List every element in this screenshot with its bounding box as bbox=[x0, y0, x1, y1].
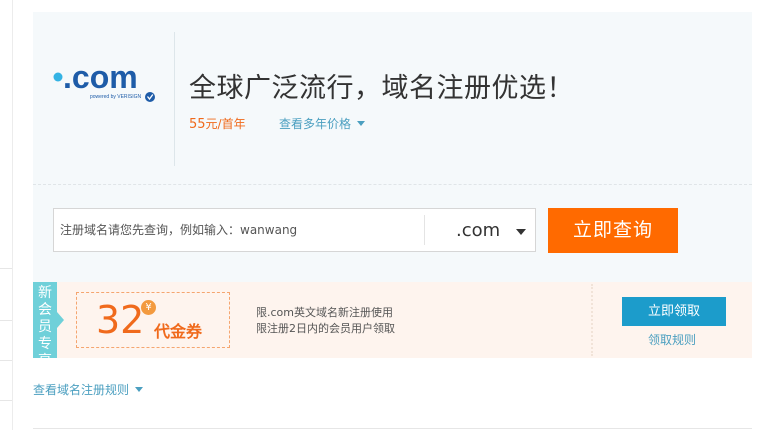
new-member-tag: 新会员专享 bbox=[33, 282, 57, 369]
tld-selected-value: .com bbox=[456, 220, 501, 241]
search-separator bbox=[424, 215, 425, 245]
domain-search-box: .com bbox=[53, 208, 536, 252]
search-button[interactable]: 立即查询 bbox=[548, 208, 678, 253]
claim-rules-link[interactable]: 领取规则 bbox=[648, 331, 696, 348]
price-label: 55元/首年 bbox=[189, 115, 246, 132]
promo-dotted-divider bbox=[591, 284, 593, 356]
rules-link-label: 查看域名注册规则 bbox=[33, 383, 130, 397]
tld-select[interactable]: .com bbox=[426, 209, 535, 251]
price-unit: 元/首年 bbox=[205, 117, 246, 131]
logo-text: .com bbox=[63, 64, 138, 95]
verisign-check-icon bbox=[145, 92, 155, 102]
chevron-down-icon bbox=[135, 387, 144, 392]
logo-dot bbox=[53, 72, 63, 82]
tag-arrow-icon bbox=[57, 312, 64, 328]
dotcom-logo-graphic: .com powered by VERISIGN bbox=[53, 59, 155, 102]
voucher-label: 代金券 bbox=[154, 322, 203, 341]
view-registration-rules-link[interactable]: 查看域名注册规则 bbox=[33, 381, 144, 398]
header-divider bbox=[174, 32, 175, 166]
claim-voucher-button[interactable]: 立即领取 bbox=[622, 297, 726, 326]
section-divider bbox=[33, 184, 752, 185]
promo-desc-line2: 限注册2日内的会员用户领取 bbox=[256, 322, 395, 335]
logo-powered-by: powered by VERISIGN bbox=[90, 94, 142, 100]
promo-desc-line1: 限.com英文域名新注册使用 bbox=[256, 306, 393, 319]
domain-search-input[interactable] bbox=[54, 209, 424, 251]
yen-icon: ¥ bbox=[141, 300, 156, 315]
voucher-amount: 32 bbox=[96, 298, 145, 342]
page-headline: 全球广泛流行，域名注册优选！ bbox=[189, 73, 574, 104]
domain-panel: .com powered by VERISIGN 全球广泛流行，域名注册优选！ … bbox=[33, 12, 752, 369]
edge-tick bbox=[0, 400, 12, 401]
promo-description: 限.com英文域名新注册使用 限注册2日内的会员用户领取 bbox=[256, 305, 395, 337]
view-years-label: 查看多年价格 bbox=[279, 117, 352, 131]
edge-tick bbox=[0, 360, 12, 361]
bottom-divider bbox=[33, 428, 752, 429]
product-header: .com powered by VERISIGN 全球广泛流行，域名注册优选！ … bbox=[33, 12, 752, 184]
dotcom-logo: .com powered by VERISIGN bbox=[53, 59, 183, 118]
price-number: 55 bbox=[189, 117, 206, 132]
edge-tick bbox=[0, 320, 12, 321]
voucher-card: 32 ¥ 代金券 bbox=[76, 292, 230, 348]
chevron-down-icon bbox=[516, 229, 526, 235]
new-member-promo: 新会员专享 32 ¥ 代金券 限.com英文域名新注册使用 限注册2日内的会员用… bbox=[33, 282, 752, 369]
edge-tick bbox=[0, 268, 12, 269]
view-multi-year-price-link[interactable]: 查看多年价格 bbox=[279, 115, 366, 132]
left-edge-strip bbox=[0, 0, 13, 430]
chevron-down-icon bbox=[357, 121, 366, 126]
